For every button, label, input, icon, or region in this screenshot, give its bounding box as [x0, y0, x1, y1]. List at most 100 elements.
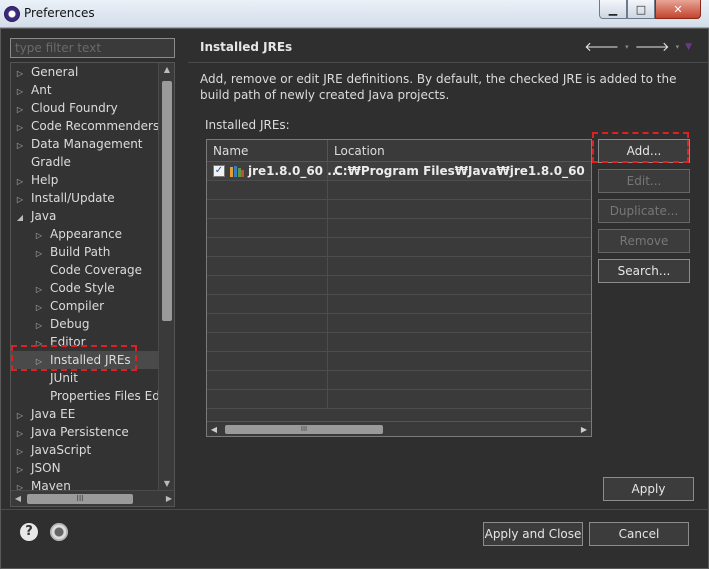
name-cell: [207, 200, 328, 219]
tree-item[interactable]: ▷ Java Persistence: [11, 423, 159, 441]
edit-button[interactable]: Edit...: [598, 169, 690, 193]
tree-item[interactable]: Gradle: [11, 153, 159, 171]
name-cell: [207, 219, 328, 238]
tree-item[interactable]: ▷ Install/Update: [11, 189, 159, 207]
table-row: [207, 181, 591, 200]
name-cell: [207, 276, 328, 295]
column-header-name[interactable]: Name: [207, 140, 328, 162]
library-icon: [230, 166, 244, 177]
table-row: [207, 238, 591, 257]
tree-vscroll-thumb[interactable]: [162, 81, 172, 321]
scroll-left-icon[interactable]: ◀: [11, 491, 25, 506]
forward-arrow-icon[interactable]: 🡒: [635, 39, 670, 55]
scroll-down-icon[interactable]: ▼: [159, 477, 174, 491]
page-header: Installed JREs 🡐 ▾ 🡒 ▾ ▼: [188, 29, 708, 63]
minimize-button[interactable]: ▁: [599, 0, 627, 19]
tree-item[interactable]: ▷ Ant: [11, 81, 159, 99]
tree-item[interactable]: Code Coverage: [11, 261, 159, 279]
tree-item-label: Gradle: [31, 155, 71, 169]
filter-input[interactable]: [11, 39, 174, 57]
tree-item[interactable]: ▷ Code Style: [11, 279, 159, 297]
default-jre-checkbox[interactable]: ✓: [213, 165, 225, 177]
title-bar: Preferences ▁ □ ✕: [0, 0, 709, 28]
table-row[interactable]: ✓ jre1.8.0_60 ... C:₩Program Files₩Java₩jr…: [207, 162, 591, 181]
apply-and-close-button[interactable]: Apply and Close: [483, 522, 583, 546]
back-dropdown-icon[interactable]: ▾: [625, 43, 629, 51]
window-controls: ▁ □ ✕: [599, 0, 701, 20]
tree-item-label: Java EE: [31, 407, 76, 421]
tree-item[interactable]: ▷ Help: [11, 171, 159, 189]
table-row: [207, 295, 591, 314]
import-export-icon[interactable]: [50, 523, 68, 541]
table-row: [207, 352, 591, 371]
help-icon[interactable]: ?: [20, 523, 38, 541]
footer-divider: [1, 509, 709, 510]
forward-dropdown-icon[interactable]: ▾: [676, 43, 680, 51]
close-button[interactable]: ✕: [655, 0, 701, 19]
tree-item[interactable]: ▷ Data Management: [11, 135, 159, 153]
column-header-location[interactable]: Location: [328, 140, 591, 162]
tree-item-label: Code Recommenders: [31, 119, 159, 133]
tree-item-label: Data Management: [31, 137, 143, 151]
cancel-button[interactable]: Cancel: [589, 522, 689, 546]
back-arrow-icon[interactable]: 🡐: [584, 39, 619, 55]
table-horizontal-scrollbar[interactable]: ◀ III ▶: [207, 421, 591, 436]
tree-item[interactable]: ▷ Code Recommenders: [11, 117, 159, 135]
tree-item[interactable]: ▷ Debug: [11, 315, 159, 333]
tree-item[interactable]: ▷ Build Path: [11, 243, 159, 261]
tree-item[interactable]: ▷ Compiler: [11, 297, 159, 315]
tree-item[interactable]: ▷ Java EE: [11, 405, 159, 423]
tree-item-label: Appearance: [50, 227, 123, 241]
tree-item[interactable]: ▷ Installed JREs: [11, 351, 159, 369]
table-row: [207, 314, 591, 333]
tree-item[interactable]: ◢ Java: [11, 207, 159, 225]
name-cell: [207, 371, 328, 390]
name-cell: [207, 390, 328, 409]
tree-item[interactable]: JUnit: [11, 369, 159, 387]
tree-item[interactable]: ▷ Cloud Foundry: [11, 99, 159, 117]
table-row: [207, 371, 591, 390]
tree-item-label: Java Persistence: [31, 425, 129, 439]
jre-table[interactable]: Name Location ✓ jre1.8.0_60 ... C:₩Program…: [206, 139, 592, 437]
name-cell: [207, 181, 328, 200]
preference-tree[interactable]: ▷ General ▷ Ant ▷ Cloud Foundry ▷ Code Recommen…: [10, 62, 175, 507]
scroll-right-icon[interactable]: ▶: [577, 422, 591, 436]
maximize-button[interactable]: □: [627, 0, 655, 19]
tree-item[interactable]: Properties Files Editor: [11, 387, 159, 405]
tree-vertical-scrollbar[interactable]: ▲ ▼: [158, 63, 174, 491]
tree-item[interactable]: ▷ JavaScript: [11, 441, 159, 459]
remove-button[interactable]: Remove: [598, 229, 690, 253]
scroll-right-icon[interactable]: ▶: [162, 491, 174, 506]
tree-item[interactable]: ▷ Maven: [11, 477, 159, 491]
page-title: Installed JREs: [200, 40, 293, 54]
tree-item[interactable]: ▷ General: [11, 63, 159, 81]
tree-item-label: Compiler: [50, 299, 105, 313]
tree-item[interactable]: ▷ Appearance: [11, 225, 159, 243]
tree-item[interactable]: ▷ Editor: [11, 333, 159, 351]
scroll-up-icon[interactable]: ▲: [159, 63, 174, 77]
preferences-dialog: ▷General▷Ant▷Cloud Foundry▷Code Recommen…: [0, 28, 709, 569]
name-cell: [207, 314, 328, 333]
add-button[interactable]: Add...: [598, 139, 690, 163]
tree-item-label: Debug: [50, 317, 90, 331]
tree-item-label: Installed JREs: [50, 353, 131, 367]
duplicate-button[interactable]: Duplicate...: [598, 199, 690, 223]
window-title: Preferences: [24, 6, 95, 20]
tree-hscroll-thumb[interactable]: III: [27, 494, 133, 504]
filter-field[interactable]: [10, 38, 175, 58]
tree-item-label: Help: [31, 173, 59, 187]
search-button[interactable]: Search...: [598, 259, 690, 283]
view-menu-icon[interactable]: ▼: [685, 42, 692, 52]
table-hscroll-thumb[interactable]: III: [225, 425, 383, 434]
tree-item-label: JavaScript: [31, 443, 92, 457]
tree-item-label: Install/Update: [31, 191, 115, 205]
tree-item-label: Code Style: [50, 281, 115, 295]
jre-name: jre1.8.0_60 ...: [248, 164, 341, 178]
tree-item[interactable]: ▷ JSON: [11, 459, 159, 477]
tree-horizontal-scrollbar[interactable]: ◀ III ▶: [11, 490, 174, 506]
tree-item-label: Ant: [31, 83, 52, 97]
apply-button[interactable]: Apply: [603, 477, 694, 501]
scroll-left-icon[interactable]: ◀: [207, 422, 221, 436]
tree-item-label: Editor: [50, 335, 86, 349]
page-navigation: 🡐 ▾ 🡒 ▾ ▼: [584, 39, 692, 55]
